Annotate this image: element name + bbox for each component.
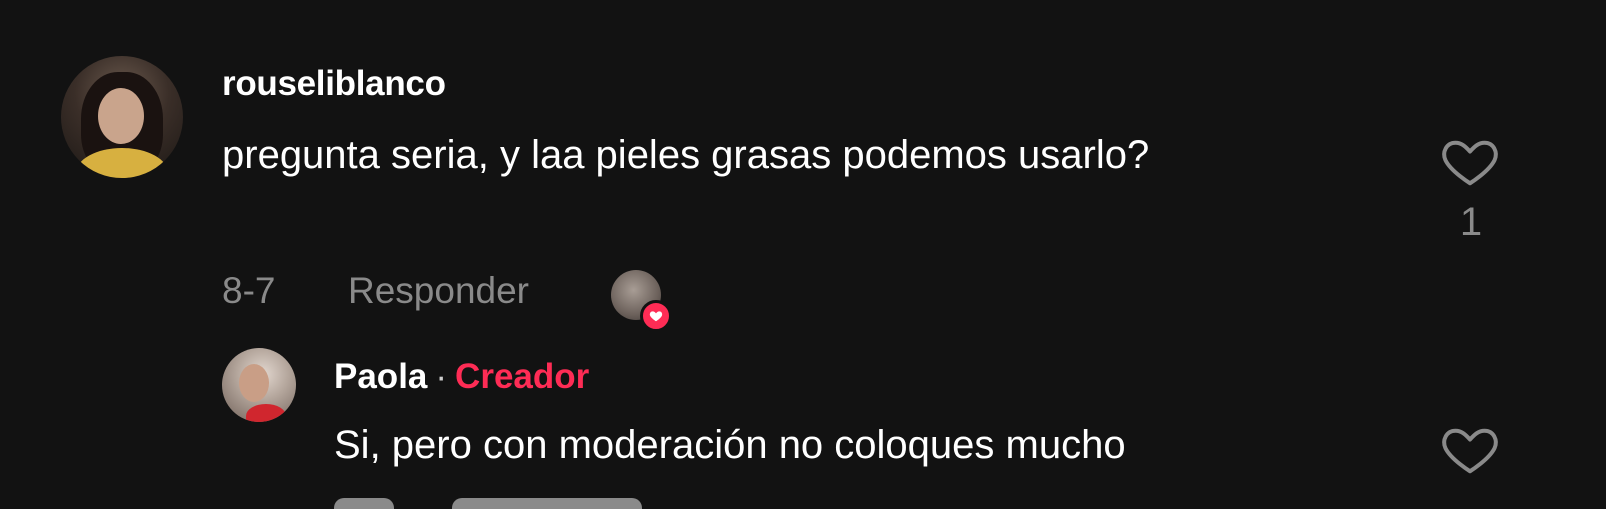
reply-avatar[interactable] — [222, 348, 296, 422]
like-button[interactable] — [1440, 132, 1500, 192]
reply-username[interactable]: Paola — [334, 357, 427, 396]
comment-date: 8-7 — [222, 270, 276, 311]
commenter-avatar[interactable] — [61, 56, 183, 178]
heart-outline-icon — [1442, 428, 1498, 474]
reply-text: Si, pero con moderación no coloques much… — [334, 423, 1126, 467]
comments-panel: rouseliblanco pregunta seria, y laa piel… — [0, 0, 1606, 509]
comment-username[interactable]: rouseliblanco — [222, 64, 446, 104]
reply-button[interactable]: Responder — [348, 270, 529, 312]
comment-text: pregunta seria, y laa pieles grasas pode… — [222, 133, 1150, 177]
heart-outline-icon — [1442, 140, 1498, 186]
reply-meta-cutoff — [334, 498, 1534, 509]
like-count: 1 — [1459, 200, 1483, 244]
reply-separator: · — [435, 357, 448, 396]
creator-badge: Creador — [455, 357, 590, 396]
creator-like-badge-icon — [640, 300, 672, 332]
reply-header: Paola · Creador — [334, 357, 589, 397]
reply-like-button[interactable] — [1440, 420, 1500, 480]
